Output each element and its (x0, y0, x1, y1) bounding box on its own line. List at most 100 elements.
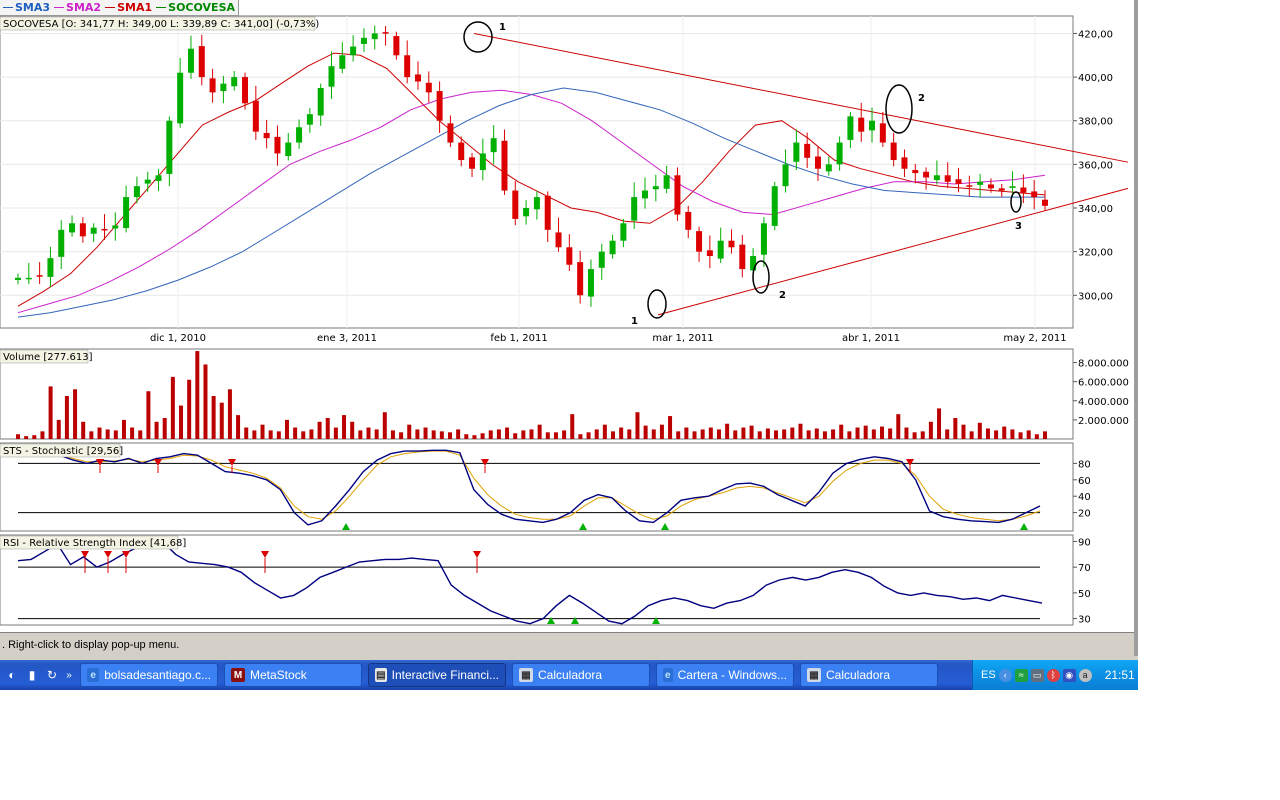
candle-body (220, 83, 227, 92)
volume-bar (668, 416, 673, 439)
window-border (1134, 0, 1138, 690)
taskbar-label: Calculadora (538, 668, 603, 682)
volume-bar (635, 412, 640, 439)
volume-bar (643, 425, 648, 439)
clock: 21:51 (1104, 668, 1135, 682)
volume-bar (260, 424, 265, 439)
taskbar-button-bolsadesantiago[interactable]: e bolsadesantiago.c... (80, 663, 218, 687)
stochastic-panel[interactable] (0, 442, 1074, 532)
volume-bar (749, 425, 754, 439)
volume-ytick-label: 6.000.000 (1078, 378, 1129, 389)
price-header: SOCOVESA [O: 341,77 H: 349,00 L: 339,89 … (3, 19, 319, 30)
application-window: 1 2 3 1 2 420,00 400,00 380,00 360,00 340,00 320,… (0, 0, 1138, 690)
chart-svg[interactable]: 1 2 3 1 2 420,00 400,00 380,00 360,00 340,00 320,… (0, 0, 1134, 632)
candle-body (469, 157, 476, 169)
speaker-icon[interactable]: a (1078, 668, 1092, 682)
legend-swatch (3, 7, 13, 8)
price-panel[interactable] (0, 15, 1074, 329)
taskbar-button-calculadora-2[interactable]: ▦ Calculadora (800, 663, 938, 687)
price-ytick-label: 420,00 (1078, 29, 1113, 40)
bluetooth-icon[interactable]: ᛒ (1046, 668, 1060, 682)
volume-bar (24, 436, 29, 439)
refresh-quicklaunch-icon[interactable]: ↻ (44, 667, 60, 683)
volume-bar (309, 429, 314, 439)
volume-bar (350, 421, 355, 439)
volume-bar (570, 414, 575, 439)
candle-body (977, 181, 984, 185)
legend-item: SMA2 (54, 1, 101, 14)
chevron-right-icon[interactable]: » (64, 667, 74, 683)
volume-bar (439, 431, 444, 439)
volume-bar (733, 430, 738, 439)
volume-bar (521, 430, 526, 439)
candle-body (814, 156, 821, 169)
candle-body (1020, 187, 1027, 193)
candle-body (187, 48, 194, 73)
volume-bar (716, 429, 721, 439)
volume-bar (333, 427, 338, 439)
network-icon[interactable]: ≈ (1014, 668, 1028, 682)
volume-bar (985, 428, 990, 439)
chart-area[interactable]: 1 2 3 1 2 420,00 400,00 380,00 360,00 340,00 320,… (0, 0, 1134, 632)
candle-body (598, 251, 605, 268)
language-indicator[interactable]: ES (981, 669, 996, 681)
candle-body (998, 188, 1005, 191)
volume-bar (904, 427, 909, 439)
candle-body (155, 175, 162, 181)
volume-bar (969, 431, 974, 439)
calculator-icon: ▦ (807, 668, 821, 682)
candle-body (501, 140, 508, 191)
candle-body (382, 32, 389, 34)
candle-body (425, 82, 432, 93)
volume-bar (619, 427, 624, 439)
volume-bar (627, 429, 632, 439)
volume-bar (342, 415, 347, 439)
volume-bar (871, 429, 876, 439)
candle-body (404, 55, 411, 78)
volume-bar (211, 396, 216, 439)
taskbar-button-metastock[interactable]: M MetaStock (224, 663, 362, 687)
volume-bar (456, 429, 461, 439)
volume-bar (187, 379, 192, 439)
monitor-icon[interactable]: ▭ (1030, 668, 1044, 682)
volume-bar (1034, 434, 1039, 439)
candle-body (90, 227, 97, 234)
volume-bar (513, 433, 518, 439)
taskbar-button-calculadora-1[interactable]: ▦ Calculadora (512, 663, 650, 687)
volume-bar (138, 430, 143, 439)
candle-body (1009, 186, 1016, 188)
volume-bar (431, 430, 436, 439)
volume-bar (1043, 431, 1047, 439)
candle-body (825, 164, 832, 172)
chart-quicklaunch-icon[interactable]: ▮ (24, 667, 40, 683)
legend-label: SOCOVESA (168, 1, 236, 14)
volume-bar (399, 432, 404, 439)
candle-body (642, 190, 649, 199)
volume-bar (64, 396, 69, 439)
price-xtick-label: mar 1, 2011 (652, 333, 713, 344)
firefox-quicklaunch-icon[interactable]: ◐ (4, 667, 20, 683)
rsi-ytick-label: 30 (1078, 615, 1091, 626)
candle-body (393, 36, 400, 56)
volume-bar (676, 431, 681, 439)
volume-bar (382, 412, 387, 439)
taskbar-label: Cartera - Windows... (677, 668, 787, 682)
taskbar-button-cartera[interactable]: e Cartera - Windows... (656, 663, 794, 687)
taskbar-button-interactive-financial[interactable]: ▤ Interactive Financi... (368, 663, 506, 687)
volume-bar (179, 405, 184, 439)
volume-bar (317, 421, 322, 439)
volume-bar (252, 430, 257, 439)
volume-bar (16, 434, 20, 439)
volume-bar (130, 427, 135, 439)
volume-bar (407, 424, 412, 439)
legend-swatch (105, 7, 116, 8)
volume-bar (961, 424, 966, 439)
candle-body (750, 256, 757, 271)
volume-header: Volume [277.613] (3, 352, 93, 363)
security-icon[interactable]: ◉ (1062, 668, 1076, 682)
back-arrow-icon[interactable]: ‹ (998, 668, 1012, 682)
volume-bar (32, 435, 37, 439)
candle-body (1031, 191, 1038, 198)
volume-bar (920, 431, 925, 439)
volume-panel[interactable] (0, 348, 1074, 440)
